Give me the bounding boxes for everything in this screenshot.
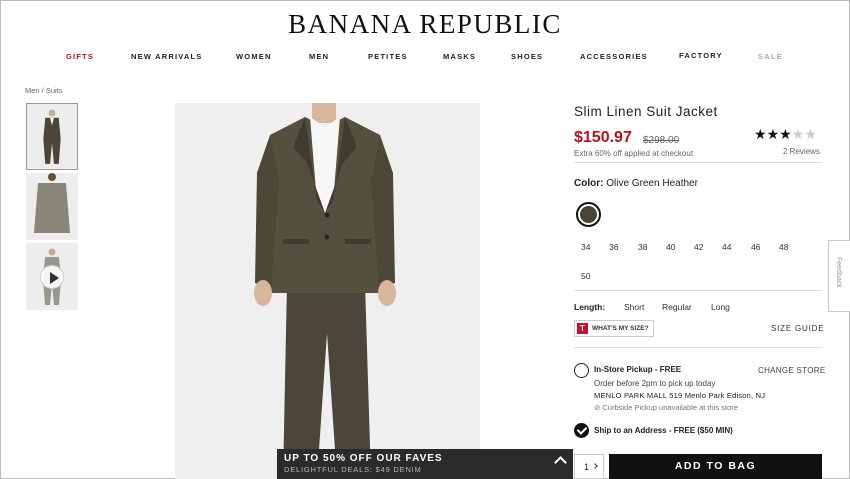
feedback-tab[interactable]: Feedback — [828, 240, 850, 312]
swatch-fill — [580, 206, 597, 223]
suit-back-thumbnail-image — [26, 173, 78, 240]
suit-model-illustration — [175, 103, 480, 479]
divider — [574, 162, 822, 163]
curbside-note: ⊘ Curbside Pickup unavailable at this st… — [594, 403, 738, 412]
pickup-radio[interactable] — [574, 363, 589, 378]
thumbnail-back[interactable] — [26, 173, 78, 240]
color-label: Color: Olive Green Heather — [574, 178, 698, 189]
pickup-title: In-Store Pickup - FREE — [594, 365, 682, 374]
size-option-42[interactable]: 42 — [694, 242, 703, 252]
size-option-40[interactable]: 40 — [666, 242, 675, 252]
promo-subtitle: DELIGHTFUL DEALS: $49 DENIM — [284, 465, 422, 474]
size-option-34[interactable]: 34 — [581, 242, 590, 252]
nav-item-women[interactable]: WOMEN — [236, 52, 272, 61]
main-nav: GIFTS NEW ARRIVALS WOMEN MEN PETITES MAS… — [0, 51, 850, 64]
true-fit-icon: T — [577, 323, 588, 334]
size-option-38[interactable]: 38 — [638, 242, 647, 252]
promo-title: UP TO 50% OFF OUR FAVES — [284, 453, 443, 464]
length-option-short[interactable]: Short — [624, 302, 644, 312]
reviews-link[interactable]: 2 Reviews — [783, 147, 820, 156]
color-label-key: Color: — [574, 178, 604, 189]
promo-note: Extra 60% off applied at checkout — [574, 149, 694, 158]
pickup-cutoff: Order before 2pm to pick up today — [594, 379, 716, 388]
size-option-44[interactable]: 44 — [722, 242, 731, 252]
nav-item-factory[interactable]: FACTORY — [679, 51, 723, 60]
divider — [574, 290, 822, 291]
nav-item-shoes[interactable]: SHOES — [511, 52, 543, 61]
whats-my-size-button[interactable]: T WHAT'S MY SIZE? — [574, 320, 654, 337]
size-option-46[interactable]: 46 — [751, 242, 760, 252]
star-icon: ★ — [754, 126, 767, 142]
product-hero-image — [175, 103, 480, 479]
play-icon[interactable] — [40, 265, 64, 289]
star-icon: ★ — [766, 126, 780, 142]
quantity-value: 1 — [584, 462, 590, 472]
thumbnail-video[interactable] — [26, 243, 78, 310]
nav-item-sale[interactable]: SALE — [758, 52, 783, 61]
nav-item-gifts[interactable]: GIFTS — [66, 52, 94, 61]
nav-item-new-arrivals[interactable]: NEW ARRIVALS — [131, 52, 202, 61]
nav-item-accessories[interactable]: ACCESSORIES — [580, 52, 648, 61]
pickup-store-address: MENLO PARK MALL 519 Menlo Park Edison, N… — [594, 391, 766, 400]
length-option-long[interactable]: Long — [711, 302, 730, 312]
size-option-50[interactable]: 50 — [581, 271, 590, 281]
length-option-regular[interactable]: Regular — [662, 302, 692, 312]
nav-item-masks[interactable]: MASKS — [443, 52, 476, 61]
quantity-select[interactable]: 1 — [574, 454, 604, 479]
add-to-bag-button[interactable]: ADD TO BAG — [609, 454, 822, 479]
star-empty-icon: ★ — [791, 126, 805, 142]
change-store-link[interactable]: CHANGE STORE — [758, 366, 825, 375]
brand-logo[interactable]: BANANA REPUBLIC — [0, 9, 850, 40]
star-empty-icon: ★ — [804, 126, 817, 142]
nav-item-men[interactable]: MEN — [309, 52, 329, 61]
color-value: Olive Green Heather — [606, 178, 698, 189]
whats-my-size-label: WHAT'S MY SIZE? — [592, 325, 649, 332]
size-option-48[interactable]: 48 — [779, 242, 788, 252]
ship-radio-checked[interactable] — [574, 423, 589, 438]
size-guide-link[interactable]: SIZE GUIDE — [771, 324, 824, 333]
original-price: $298.00 — [643, 135, 680, 146]
promo-banner[interactable]: UP TO 50% OFF OUR FAVES DELIGHTFUL DEALS… — [277, 449, 573, 479]
suit-front-thumbnail-image — [27, 104, 77, 169]
star-icon: ★ — [779, 126, 792, 142]
feedback-label: Feedback — [835, 257, 842, 288]
product-title: Slim Linen Suit Jacket — [574, 104, 718, 119]
divider — [574, 347, 822, 348]
length-label: Length: — [574, 302, 606, 312]
sale-price: $150.97 — [574, 129, 632, 146]
breadcrumb[interactable]: Men / Suits — [25, 86, 63, 95]
chevron-down-icon — [592, 463, 598, 469]
size-option-36[interactable]: 36 — [609, 242, 618, 252]
ship-title: Ship to an Address - FREE ($50 MIN) — [594, 426, 733, 435]
rating-stars[interactable]: ★★★★★ — [754, 126, 817, 143]
thumbnail-front[interactable] — [26, 103, 78, 170]
color-swatch-olive[interactable] — [576, 202, 601, 227]
nav-item-petites[interactable]: PETITES — [368, 52, 408, 61]
